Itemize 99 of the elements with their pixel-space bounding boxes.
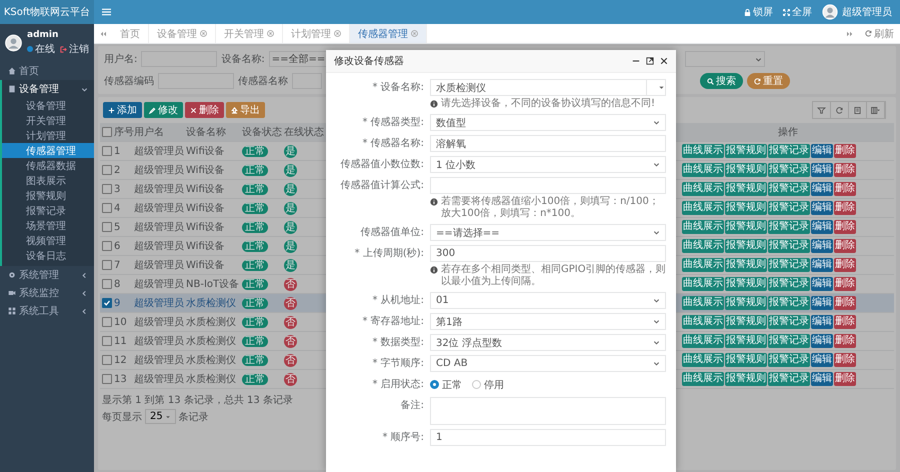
online-badge: 是	[284, 164, 297, 176]
column-header: 用户名	[134, 126, 165, 139]
table-cell-text: 13	[114, 374, 128, 384]
field-label: 用户名:	[104, 52, 138, 66]
table-cell-text: Wifi设备	[186, 183, 226, 196]
dialog-title: 修改设备传感器	[334, 54, 404, 68]
table-cell-text: 水质检测仪	[186, 372, 237, 386]
help-text: 若需要将传感器值缩小100倍，则填写：n/100；放大100倍，则填写：n*100。	[441, 196, 660, 220]
online-badge: 是	[284, 182, 297, 196]
app-logo: KSoft物联网云平台	[0, 0, 94, 24]
field-label: * 传感器名称:	[361, 136, 424, 151]
field-label: 备注:	[400, 398, 424, 413]
table-cell-text: 11	[114, 336, 128, 346]
table-cell-text: Wifi设备	[186, 145, 226, 158]
online-badge: 否	[284, 354, 297, 366]
column-header: 在线状态	[284, 126, 325, 139]
table-cell-text: 5	[114, 222, 122, 232]
field-label: * 数据类型:	[371, 336, 424, 350]
table-cell-text: Wifi设备	[186, 259, 226, 272]
table-cell-text: 超级管理员	[134, 220, 185, 234]
table-cell-text: 超级管理员	[134, 278, 185, 291]
pagination-info: 显示第 1 到第 13 条记录，总共 13 条记录	[102, 394, 293, 407]
table-cell-text: 水质检测仪	[186, 316, 237, 329]
status-badge: 正常	[242, 298, 268, 309]
table-cell-text: 2	[114, 164, 122, 176]
status-badge: 正常	[242, 355, 268, 366]
online-badge: 是	[284, 240, 297, 252]
field-label: * 启用状态:	[371, 378, 424, 392]
online-badge: 否	[284, 316, 297, 328]
field-label: * 传感器类型:	[361, 116, 424, 130]
field-label: * 从机地址:	[371, 294, 424, 308]
field-label: 设备名称:	[221, 53, 265, 66]
field-label: * 顺序号:	[381, 430, 424, 445]
table-cell-text: 超级管理员	[134, 334, 185, 348]
status-badge: 正常	[242, 241, 268, 252]
status-badge: 正常	[242, 203, 268, 214]
table-cell-text: 8	[114, 278, 122, 290]
table-cell-text: NB-IoT设备	[186, 278, 240, 291]
online-badge: 是	[284, 144, 297, 158]
status-badge: 正常	[242, 336, 268, 347]
table-cell-text: 7	[114, 260, 122, 270]
table-cell-text: 超级管理员	[134, 354, 185, 367]
table-cell-text: 超级管理员	[134, 316, 185, 329]
table-cell-text: 超级管理员	[134, 258, 185, 272]
status-badge: 正常	[242, 374, 268, 385]
table-cell-text: 超级管理员	[134, 296, 185, 310]
field-label: 传感器值小数位数:	[340, 158, 424, 172]
help-text: 若存在多个相同类型、相同GPIO引脚的传感器，则以最小值为上传间隔。	[441, 264, 666, 288]
table-cell-text: 水质检测仪	[186, 296, 237, 310]
status-badge: 正常	[242, 317, 268, 328]
table-cell-text: 超级管理员	[134, 144, 185, 158]
page-size-label: 每页显示	[102, 410, 142, 424]
table-cell-text: 9	[114, 298, 122, 308]
table-cell-text: 超级管理员	[134, 182, 185, 196]
status-badge: 正常	[242, 165, 268, 176]
status-badge: 正常	[242, 222, 268, 233]
status-badge: 正常	[242, 260, 268, 271]
table-cell-text: 10	[114, 316, 128, 328]
field-label: * 设备名称:	[371, 81, 424, 95]
field-label: 传感器值单位:	[360, 226, 424, 240]
online-badge: 否	[284, 278, 297, 290]
field-label: 传感器编码	[104, 74, 154, 88]
table-cell-text: 超级管理员	[134, 202, 185, 215]
table-cell-text: 超级管理员	[134, 240, 185, 253]
table-cell-text: Wifi设备	[186, 202, 226, 215]
online-badge: 是	[284, 202, 297, 214]
status-badge: 正常	[242, 279, 268, 290]
table-cell-text: 水质检测仪	[186, 354, 237, 367]
online-badge: 否	[284, 296, 297, 310]
table-cell-text: 6	[114, 240, 122, 252]
user-name: admin	[27, 30, 60, 40]
table-cell-text: 4	[114, 202, 122, 214]
table-cell-text: Wifi设备	[186, 164, 226, 177]
online-badge: 否	[284, 334, 297, 348]
field-label: * 上传周期(秒):	[354, 246, 424, 261]
column-header: 序号	[114, 126, 134, 139]
table-cell-text: 超级管理员	[134, 372, 185, 386]
table-cell-text: 3	[114, 184, 122, 194]
online-badge: 否	[284, 372, 297, 386]
status-badge: 正常	[242, 184, 268, 195]
field-label: 传感器值计算公式:	[340, 178, 424, 193]
online-badge: 是	[284, 220, 297, 234]
status-text: 在线	[35, 42, 55, 56]
table-cell-text: 1	[114, 146, 122, 156]
column-header: 操作	[778, 126, 798, 139]
page-size-label: 条记录	[178, 410, 209, 424]
column-header: 设备状态	[242, 126, 283, 139]
online-badge: 是	[284, 258, 297, 272]
column-header: 设备名称	[186, 126, 227, 139]
table-cell-text: 超级管理员	[134, 164, 185, 177]
table-cell-text: Wifi设备	[186, 221, 226, 234]
field-label: * 寄存器地址:	[361, 314, 424, 329]
help-text: 请先选择设备，不同的设备协议填写的信息不同!	[441, 98, 656, 110]
table-cell-text: Wifi设备	[186, 240, 226, 253]
table-cell-text: 12	[114, 354, 128, 366]
field-label: 传感器名称	[238, 74, 288, 88]
table-cell-text: 水质检测仪	[186, 334, 237, 348]
field-label: * 字节顺序:	[371, 356, 424, 371]
status-badge: 正常	[242, 146, 268, 157]
